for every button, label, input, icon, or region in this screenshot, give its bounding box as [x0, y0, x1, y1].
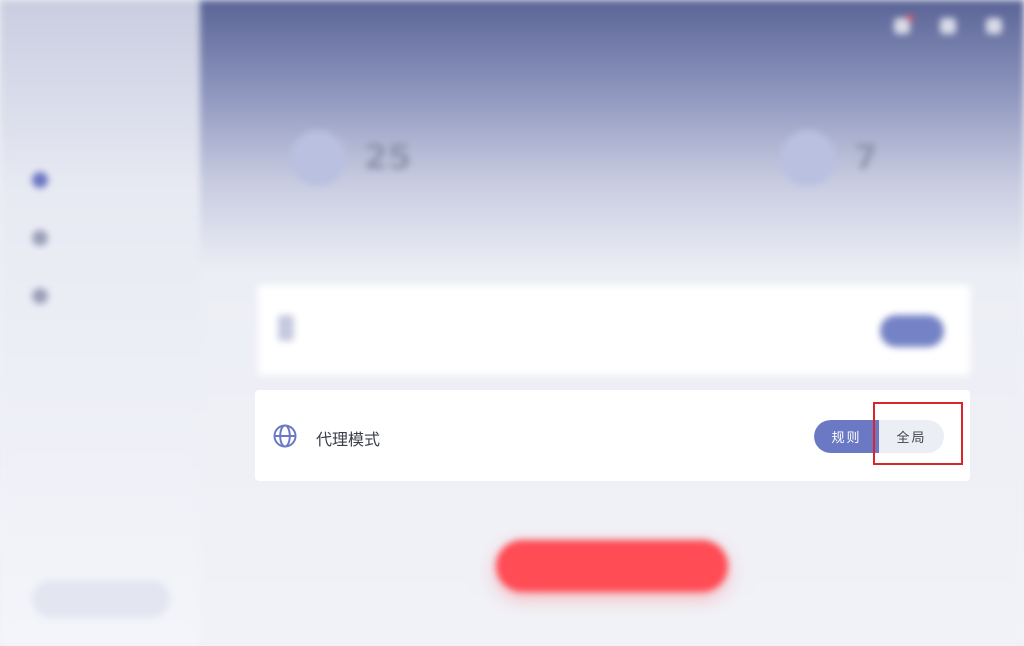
- proxy-mode-label: 代理模式: [316, 430, 381, 449]
- time-icon: [780, 130, 836, 186]
- close-icon[interactable]: [986, 18, 1002, 34]
- server-icon: [32, 230, 48, 246]
- window-controls: [894, 15, 1002, 34]
- mode-option-rule[interactable]: 规则: [814, 420, 879, 453]
- sidebar: [0, 0, 200, 646]
- stat-value: 25: [364, 138, 412, 178]
- server-card: [258, 285, 970, 375]
- settings-icon: [32, 288, 48, 304]
- minimize-icon[interactable]: [940, 18, 956, 34]
- proxy-mode-card: 代理模式 规则 全局: [255, 390, 970, 481]
- notification-icon[interactable]: [894, 15, 913, 34]
- background-content: 25 7: [0, 0, 1024, 646]
- globe-icon: [273, 424, 297, 448]
- sidebar-item-settings[interactable]: [32, 288, 62, 304]
- home-icon: [32, 172, 48, 188]
- stat-days: 7: [780, 130, 884, 186]
- stat-value: 7: [854, 138, 878, 178]
- server-switch-button[interactable]: [880, 315, 944, 347]
- server-card-icon: [278, 315, 294, 341]
- sidebar-item-servers[interactable]: [32, 230, 62, 246]
- app-window: 25 7 代理模式 规则 全局: [0, 0, 1024, 646]
- sidebar-item-home[interactable]: [32, 172, 62, 188]
- highlight-box: [873, 402, 963, 465]
- traffic-icon: [290, 130, 346, 186]
- stat-traffic: 25: [290, 130, 417, 186]
- sidebar-bottom-button[interactable]: [32, 580, 170, 618]
- connect-button[interactable]: [496, 540, 728, 592]
